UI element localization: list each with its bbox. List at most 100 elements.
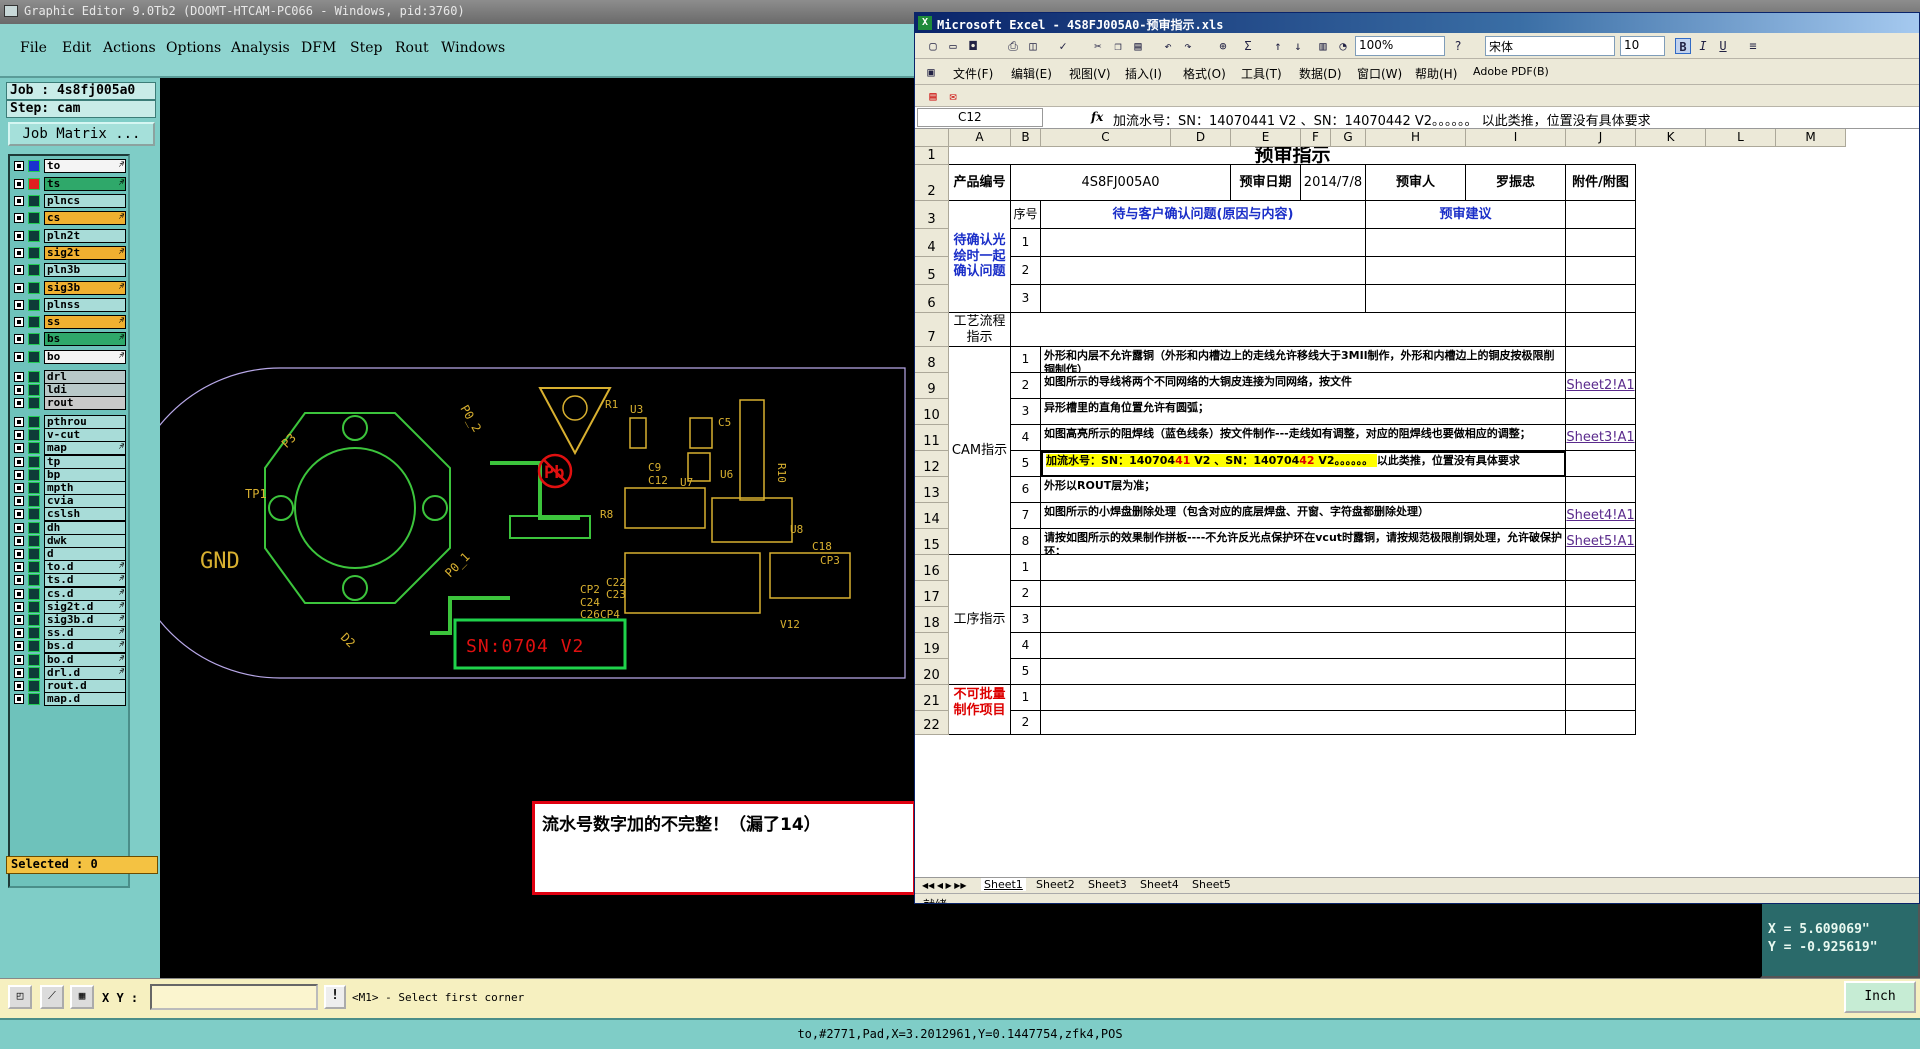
layer-name[interactable]: to.d: [44, 560, 126, 575]
layer-color-swatch[interactable]: [28, 370, 40, 383]
layer-name[interactable]: v-cut: [44, 428, 126, 443]
layer-checkbox[interactable]: [14, 548, 24, 559]
layer-checkbox[interactable]: [14, 641, 24, 652]
layer-row[interactable]: mpth: [12, 480, 128, 495]
zoom-select[interactable]: 100%: [1355, 36, 1445, 56]
layer-color-swatch[interactable]: [28, 481, 40, 494]
layer-checkbox[interactable]: [14, 317, 24, 327]
sheet-tab[interactable]: Sheet1: [981, 878, 1026, 891]
procedure-cell[interactable]: [1041, 607, 1566, 633]
layer-color-swatch[interactable]: [28, 316, 40, 328]
font-size-select[interactable]: 10: [1620, 36, 1665, 56]
drawing-icon[interactable]: ◔: [1335, 38, 1351, 54]
sort-desc-icon[interactable]: ↓: [1290, 38, 1306, 54]
layer-name[interactable]: ldi: [44, 382, 126, 397]
layer-color-swatch[interactable]: [28, 587, 40, 600]
layer-checkbox[interactable]: [14, 247, 24, 258]
layer-checkbox[interactable]: [14, 351, 24, 362]
cam-item-no[interactable]: 6: [1011, 477, 1041, 503]
row-header[interactable]: 3: [915, 201, 949, 229]
layer-name[interactable]: cslsh: [44, 507, 126, 522]
column-header[interactable]: F: [1301, 129, 1331, 147]
layer-checkbox[interactable]: [14, 535, 24, 546]
layer-color-swatch[interactable]: [28, 442, 40, 455]
menu-windows[interactable]: Windows: [441, 40, 505, 56]
product-no-label[interactable]: 产品编号: [949, 165, 1011, 201]
column-header[interactable]: E: [1231, 129, 1301, 147]
layer-checkbox[interactable]: [14, 522, 24, 533]
cam-item-text[interactable]: 外形以ROUT层为准；: [1041, 477, 1566, 503]
layer-name[interactable]: sig3b.d: [44, 612, 126, 627]
layer-color-swatch[interactable]: [28, 627, 40, 640]
layer-row[interactable]: ss.d ♐: [12, 626, 128, 641]
layer-name[interactable]: dwk: [44, 533, 126, 548]
menu-step[interactable]: Step: [350, 40, 382, 56]
layer-color-swatch[interactable]: [28, 455, 40, 468]
procedure-no[interactable]: 2: [1011, 581, 1041, 607]
layer-row[interactable]: pthrou: [12, 414, 128, 429]
row-header[interactable]: 13: [915, 477, 949, 503]
procedure-cell[interactable]: [1041, 659, 1566, 685]
layer-row[interactable]: dwk: [12, 533, 128, 548]
column-header[interactable]: G: [1331, 129, 1366, 147]
layer-checkbox[interactable]: [14, 430, 24, 441]
layer-checkbox[interactable]: [14, 614, 24, 625]
column-header[interactable]: M: [1776, 129, 1846, 147]
menu-file-cn[interactable]: 文件(F): [953, 65, 993, 82]
row-header[interactable]: 7: [915, 313, 949, 347]
cam-item-text[interactable]: 如图高亮所示的阻焊线（蓝色线条）按文件制作---走线如有调整，对应的阻焊线也要做…: [1041, 425, 1566, 451]
layer-name[interactable]: map.d: [44, 692, 126, 707]
layer-name[interactable]: sig2t: [44, 245, 126, 260]
xy-input[interactable]: [150, 984, 318, 1010]
column-header[interactable]: D: [1171, 129, 1231, 147]
attach-cell[interactable]: [1566, 201, 1636, 229]
layer-row[interactable]: cs ♐: [12, 211, 128, 225]
procedure-label[interactable]: 工序指示: [949, 555, 1011, 685]
attachment-link[interactable]: Sheet2!A1: [1566, 373, 1636, 399]
menu-edit-cn[interactable]: 编辑(E): [1011, 65, 1052, 82]
layer-checkbox[interactable]: [14, 654, 24, 665]
layer-color-swatch[interactable]: [28, 194, 40, 207]
layer-checkbox[interactable]: [14, 443, 24, 454]
no-batch-no[interactable]: 2: [1011, 711, 1041, 735]
layer-name[interactable]: pthrou: [44, 414, 126, 429]
hyperlink-icon[interactable]: ⊕: [1215, 38, 1231, 54]
sort-asc-icon[interactable]: ↑: [1270, 38, 1286, 54]
layer-row[interactable]: bs.d ♐: [12, 639, 128, 654]
cam-item-text[interactable]: 外形和内层不允许露铜（外形和内槽边上的走线允许移线大于3MIl制作，外形和内槽边…: [1041, 347, 1566, 373]
column-header[interactable]: H: [1366, 129, 1466, 147]
layer-checkbox[interactable]: [14, 509, 24, 520]
row-header[interactable]: 2: [915, 165, 949, 201]
reviewer-label[interactable]: 预审人: [1366, 165, 1466, 201]
row-header[interactable]: 11: [915, 425, 949, 451]
sheet-tab[interactable]: Sheet2: [1033, 878, 1078, 891]
issue-label[interactable]: 待与客户确认问题(原因与内容): [1041, 201, 1366, 229]
layer-row[interactable]: ldi: [12, 382, 128, 397]
layer-name[interactable]: pln3b: [44, 263, 126, 277]
layer-name[interactable]: map: [44, 441, 126, 456]
attach-cell[interactable]: [1566, 581, 1636, 607]
row-header[interactable]: 8: [915, 347, 949, 373]
layer-color-swatch[interactable]: [28, 495, 40, 508]
layer-color-swatch[interactable]: [28, 534, 40, 547]
grid-tool-icon[interactable]: ▦: [70, 985, 94, 1009]
layer-name[interactable]: rout: [44, 395, 126, 410]
layer-color-swatch[interactable]: [28, 264, 40, 276]
sheet-title-cell[interactable]: 预审指示: [949, 147, 1636, 165]
cut-icon[interactable]: ✂: [1090, 38, 1106, 54]
seq-label[interactable]: 序号: [1011, 201, 1041, 229]
menu-adobe-pdf[interactable]: Adobe PDF(B): [1473, 65, 1549, 78]
job-matrix-button[interactable]: Job Matrix ...: [8, 122, 155, 146]
column-header[interactable]: J: [1566, 129, 1636, 147]
underline-icon[interactable]: U: [1715, 38, 1731, 54]
attach-cell[interactable]: [1566, 313, 1636, 347]
issue-cell[interactable]: [1041, 229, 1366, 257]
layer-name[interactable]: bs: [44, 332, 126, 346]
issue-cell[interactable]: [1041, 285, 1366, 313]
layer-color-swatch[interactable]: [28, 396, 40, 409]
layer-checkbox[interactable]: [14, 628, 24, 639]
layer-checkbox[interactable]: [14, 680, 24, 691]
layer-checkbox[interactable]: [14, 371, 24, 382]
layer-name[interactable]: to: [44, 159, 126, 173]
layer-color-swatch[interactable]: [28, 547, 40, 560]
